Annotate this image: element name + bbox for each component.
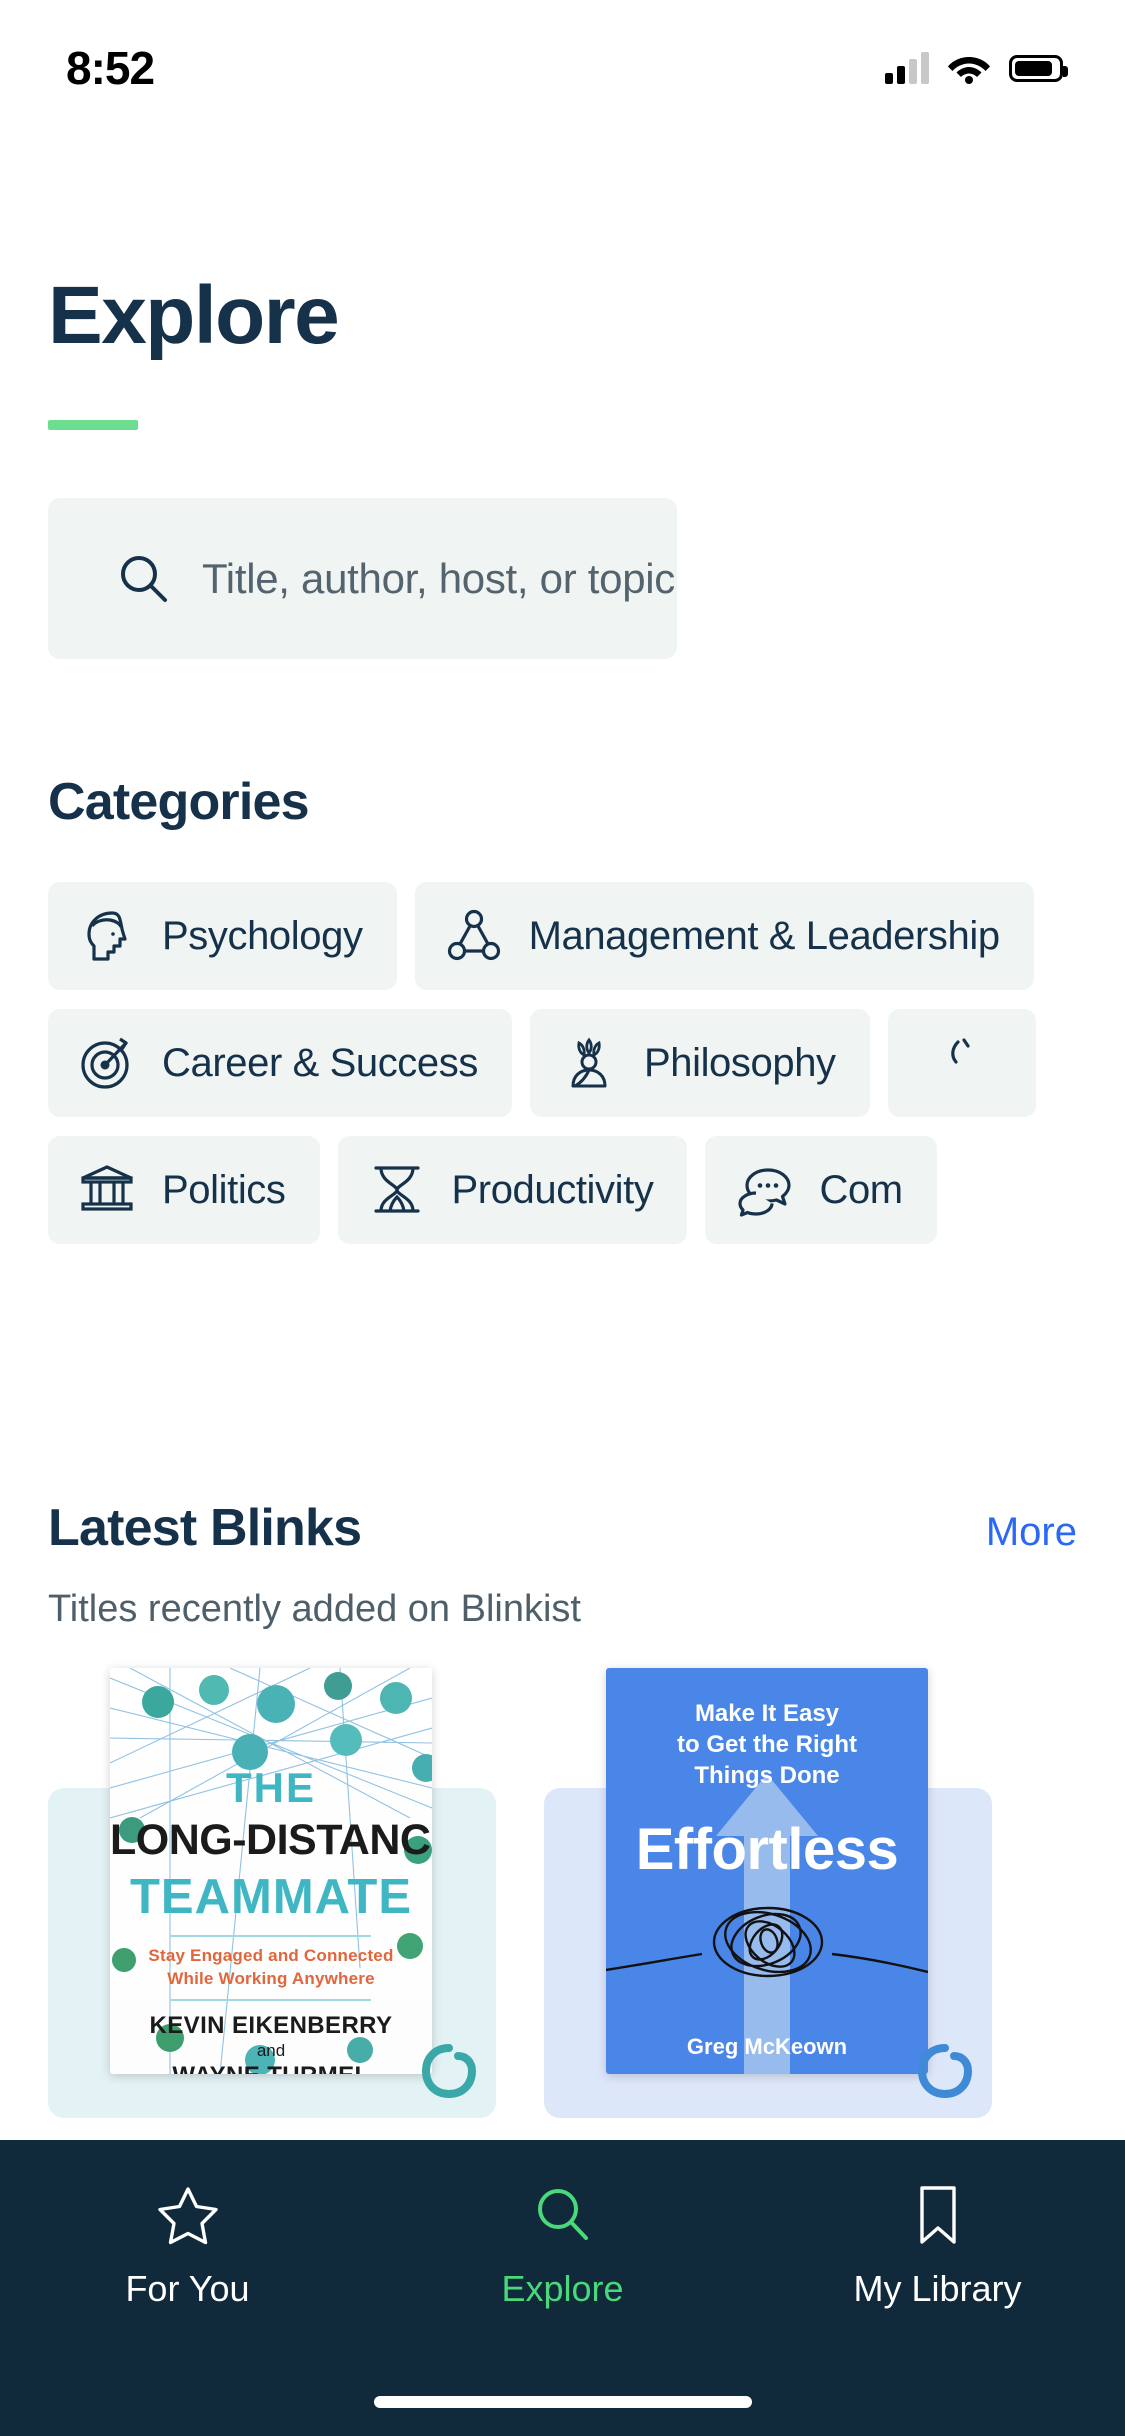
latest-blinks-heading: Latest Blinks [48, 1499, 362, 1557]
home-indicator [373, 2396, 752, 2408]
book-tagline-line3: Things Done [694, 1762, 840, 1790]
category-chip-management-leadership[interactable]: Management & Leadership [414, 882, 1034, 990]
scribble-graphic [606, 1906, 928, 1978]
partial-icon [950, 1038, 970, 1064]
book-author-connector: and [256, 2040, 286, 2060]
bottom-tab-bar: For You Explore My Library [0, 2140, 1125, 2436]
head-profile-icon [87, 911, 127, 961]
chat-bubbles-icon [738, 1168, 792, 1217]
category-chip-communication[interactable]: Com [705, 1136, 937, 1244]
search-icon [537, 2189, 588, 2240]
category-chip-partial[interactable] [887, 1009, 1036, 1117]
star-icon [157, 2187, 218, 2245]
categories-row: Career & Success Philosophy [0, 1009, 1125, 1117]
tab-label: My Library [853, 2268, 1022, 2309]
book-cover-image: Make It Easy to Get the Right Things Don… [606, 1668, 928, 2074]
book-tagline-line2: to Get the Right [677, 1731, 857, 1759]
category-chip-politics[interactable]: Politics [48, 1136, 320, 1244]
book-author: Greg McKeown [686, 2034, 848, 2059]
category-chip-label: Philosophy [643, 1040, 836, 1085]
book-title: Effortless [635, 1816, 899, 1882]
book-title-line2: TEAMMATE [130, 1870, 412, 1924]
book-series-label: THE [226, 1764, 316, 1811]
bookmark-icon [919, 2186, 956, 2244]
book-tagline-line1: Make It Easy [694, 1700, 840, 1727]
tab-for-you[interactable]: For You [0, 2140, 375, 2340]
categories-heading: Categories [48, 773, 310, 831]
category-chip-label: Psychology [162, 913, 363, 958]
category-chip-career-success[interactable]: Career & Success [48, 1009, 512, 1117]
tab-label: Explore [501, 2268, 624, 2309]
status-bar-time: 8:52 [66, 42, 155, 94]
cellular-signal-icon [885, 52, 929, 84]
book-cover-image: THE LONG-DISTANCE TEAMMATE Stay Engaged … [110, 1668, 432, 2074]
latest-blinks-more-link[interactable]: More [986, 1510, 1077, 1555]
category-chip-label: Management & Leadership [528, 913, 1001, 958]
divider [171, 1935, 371, 1937]
search-icon [121, 555, 167, 602]
hourglass-icon [373, 1166, 420, 1213]
title-underline-accent [48, 420, 138, 430]
tab-explore[interactable]: Explore [375, 2140, 750, 2340]
status-bar-indicators [885, 52, 1068, 84]
book-subtitle-line1: Stay Engaged and Connected [148, 1946, 394, 1965]
categories-row: Psychology Management & Leadership [0, 882, 1125, 990]
categories-chip-list: Psychology Management & Leadership Caree… [0, 882, 1125, 1263]
search-input[interactable]: Title, author, host, or topic [48, 498, 677, 659]
latest-blinks-header: Latest Blinks More [48, 1498, 1077, 1558]
category-chip-label: Politics [162, 1167, 286, 1212]
category-chip-label: Productivity [451, 1167, 654, 1212]
book-card-effortless[interactable]: Make It Easy to Get the Right Things Don… [544, 1668, 992, 2118]
battery-icon [1009, 54, 1068, 82]
book-title-line1: LONG-DISTANCE [110, 1816, 432, 1864]
wifi-icon [948, 57, 990, 84]
book-subtitle-line2: While Working Anywhere [167, 1968, 375, 1988]
divider [171, 1998, 371, 2001]
target-dart-icon [81, 1037, 129, 1089]
category-chip-psychology[interactable]: Psychology [48, 882, 397, 990]
page-title: Explore [48, 270, 340, 361]
book-author-line2: WAYNE TURMEL [110, 2061, 432, 2074]
network-triangle-icon [447, 909, 500, 961]
book-author-line1: KEVIN EIKENBERRY [149, 2011, 393, 2039]
category-chip-productivity[interactable]: Productivity [337, 1136, 688, 1244]
category-chip-philosophy[interactable]: Philosophy [529, 1009, 870, 1117]
category-chip-label: Career & Success [162, 1040, 478, 1085]
search-placeholder: Title, author, host, or topic [202, 554, 675, 602]
laurel-person-icon [571, 1037, 607, 1088]
latest-blinks-subtitle: Titles recently added on Blinkist [48, 1588, 581, 1630]
tab-label: For You [125, 2268, 250, 2309]
status-bar: 8:52 [0, 0, 1125, 130]
bank-columns-icon [81, 1165, 133, 1211]
categories-row: Politics Productivity Com [0, 1136, 1125, 1244]
latest-blinks-carousel[interactable]: THE LONG-DISTANCE TEAMMATE Stay Engaged … [0, 1668, 1125, 2118]
category-chip-label: Com [819, 1167, 903, 1212]
book-card-long-distance-teammate[interactable]: THE LONG-DISTANCE TEAMMATE Stay Engaged … [48, 1668, 496, 2118]
tab-my-library[interactable]: My Library [750, 2140, 1125, 2340]
